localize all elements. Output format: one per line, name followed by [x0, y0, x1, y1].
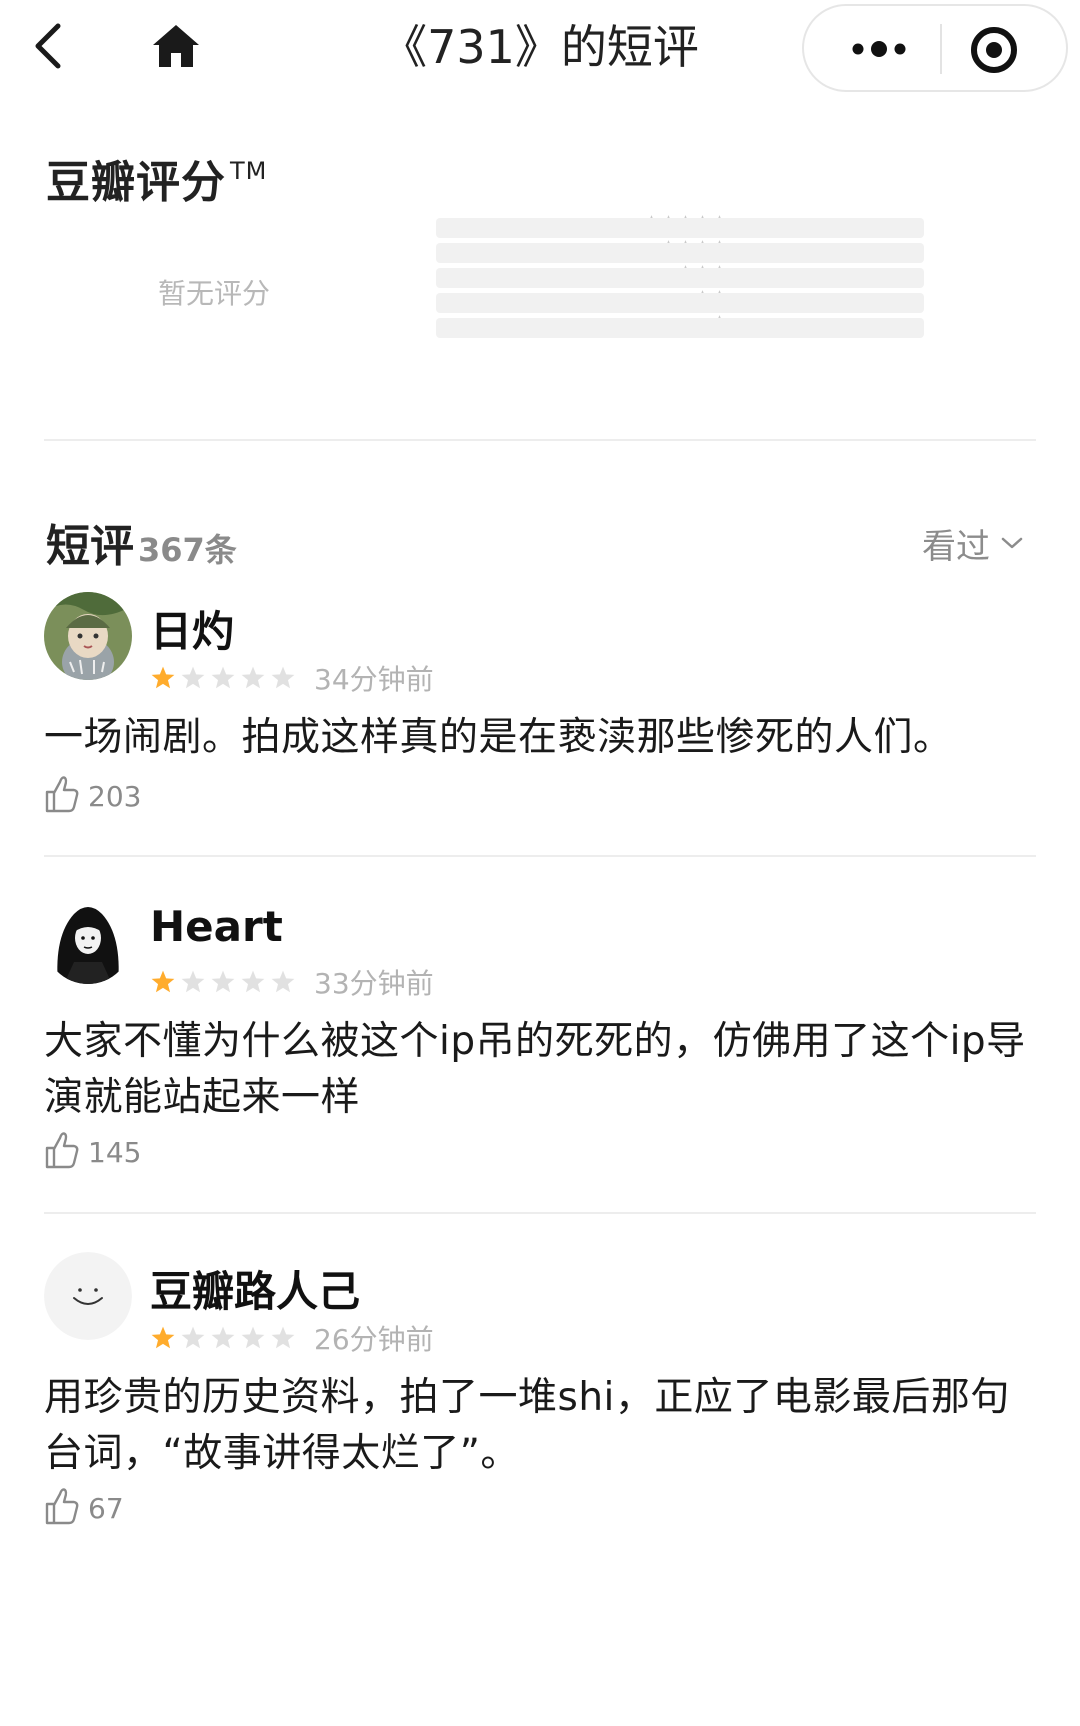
- rating-row-5-star: [300, 215, 924, 238]
- star-icon: [151, 666, 175, 689]
- star-icon: [241, 970, 265, 993]
- close-mini-program-icon[interactable]: [964, 20, 1024, 80]
- review-time: 33分钟前: [314, 967, 434, 1000]
- page-title: 《731》的短评: [381, 20, 699, 74]
- section-divider: [44, 439, 1036, 441]
- avatar[interactable]: [44, 896, 132, 984]
- back-icon[interactable]: [30, 20, 70, 72]
- rating-row-1-star: [300, 315, 924, 338]
- short-reviews-count: 367条: [138, 531, 237, 569]
- like-button[interactable]: 145: [44, 1130, 141, 1174]
- review-item: 日灼 34分钟前 一场闹剧。拍成这样真的是在亵渎那些惨死的人们。 203: [44, 592, 1036, 832]
- star-icon: [271, 1326, 295, 1349]
- rating-row-2-star: [300, 290, 924, 313]
- star-icon: [211, 970, 235, 993]
- home-icon[interactable]: [150, 22, 202, 70]
- more-options-icon[interactable]: [834, 26, 924, 72]
- douban-rating-title: 豆瓣评分 TM: [46, 146, 267, 210]
- username[interactable]: Heart: [150, 902, 283, 951]
- star-rating: 26分钟前: [150, 1318, 434, 1358]
- rating-bar: [436, 293, 924, 313]
- star-icon: [271, 970, 295, 993]
- filter-dropdown[interactable]: 看过: [922, 518, 1024, 568]
- rating-bar: [436, 268, 924, 288]
- thumbs-up-icon: [44, 1486, 80, 1530]
- review-divider: [44, 855, 1036, 857]
- rating-bar: [436, 218, 924, 238]
- avatar[interactable]: [44, 592, 132, 680]
- review-content: 用珍贵的历史资料，拍了一堆shi，正应了电影最后那句台词，“故事讲得太烂了”。: [44, 1375, 1010, 1476]
- star-icon: [271, 666, 295, 689]
- rating-bar: [436, 318, 924, 338]
- like-count: 67: [88, 1491, 124, 1525]
- star-icon: [241, 1326, 265, 1349]
- star-icon: [211, 1326, 235, 1349]
- star-rating: 34分钟前: [150, 658, 434, 698]
- rating-bar: [436, 243, 924, 263]
- star-icon: [241, 666, 265, 689]
- rating-row-4-star: [300, 240, 924, 263]
- no-rating-text: 暂无评分: [158, 277, 271, 310]
- star-icon: [151, 1326, 175, 1349]
- thumbs-up-icon: [44, 1130, 80, 1174]
- review-item: 豆瓣路人己 26分钟前 用珍贵的历史资料，拍了一堆shi，正应了电影最后那句台词…: [44, 1252, 1036, 1552]
- username[interactable]: 日灼: [150, 598, 234, 659]
- filter-label: 看过: [922, 526, 990, 567]
- rating-title-text: 豆瓣评分: [46, 157, 226, 208]
- short-reviews-title: 短评: [46, 521, 134, 572]
- review-item: Heart 33分钟前 大家不懂为什么被这个ip吊的死死的，仿佛用了这个ip导演…: [44, 896, 1036, 1186]
- like-count: 145: [88, 1135, 142, 1169]
- review-time: 34分钟前: [314, 663, 434, 696]
- rating-row-3-star: [300, 265, 924, 288]
- top-nav-bar: 《731》的短评: [0, 0, 1080, 100]
- short-reviews-header: 短评 367条: [46, 510, 237, 572]
- star-icon: [151, 970, 175, 993]
- like-button[interactable]: 67: [44, 1486, 124, 1530]
- review-content: 一场闹剧。拍成这样真的是在亵渎那些惨死的人们。: [44, 715, 953, 760]
- avatar[interactable]: [44, 1252, 132, 1340]
- star-icon: [211, 666, 235, 689]
- review-time: 26分钟前: [314, 1323, 434, 1356]
- like-count: 203: [88, 779, 142, 813]
- star-icon: [181, 1326, 205, 1349]
- mini-program-capsule: [802, 4, 1068, 92]
- review-content: 大家不懂为什么被这个ip吊的死死的，仿佛用了这个ip导演就能站起来一样: [44, 1019, 1026, 1120]
- chevron-down-icon: [1001, 537, 1023, 549]
- username[interactable]: 豆瓣路人己: [150, 1258, 360, 1319]
- page: 《731》的短评 豆瓣评分 TM 暂无评分 短评 367条 看过 日灼 34分钟…: [0, 0, 1080, 1726]
- star-icon: [181, 666, 205, 689]
- review-divider: [44, 1212, 1036, 1214]
- trademark-mark: TM: [230, 157, 268, 185]
- like-button[interactable]: 203: [44, 774, 141, 818]
- thumbs-up-icon: [44, 774, 80, 818]
- star-rating: 33分钟前: [150, 962, 434, 1002]
- capsule-divider: [940, 24, 942, 74]
- star-icon: [181, 970, 205, 993]
